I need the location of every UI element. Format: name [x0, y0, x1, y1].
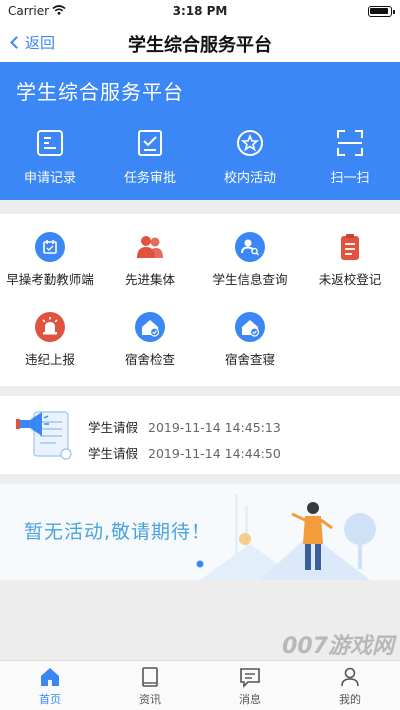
task-approval-button[interactable]: 任务审批 [100, 128, 200, 186]
profile-icon [341, 667, 359, 687]
grid-item-dorm-check[interactable]: 宿舍查寝 [200, 312, 300, 368]
calendar-icon [35, 232, 65, 262]
top-item-label: 申请记录 [23, 171, 76, 186]
tab-messages[interactable]: 消息 [200, 661, 300, 710]
notice-type: 学生请假 [88, 446, 139, 461]
grid-item-dorm-inspection[interactable]: 宿舍检查 [100, 312, 200, 368]
tab-news[interactable]: 资讯 [100, 661, 200, 710]
top-item-label: 任务审批 [123, 171, 176, 186]
alarm-icon [35, 312, 65, 342]
notice-item[interactable]: 学生请假 2019-11-14 14:45:13 [88, 417, 281, 436]
banner-title: 学生综合服务平台 [16, 80, 184, 104]
grid-item-student-info-query[interactable]: 学生信息查询 [200, 232, 300, 288]
function-grid: 早操考勤教师端 先进集体 学生信息查询 未返校登记 违纪上报 宿舍检查 宿舍查寝 [0, 214, 400, 386]
tab-label: 资讯 [139, 693, 161, 706]
house-check-icon [235, 312, 265, 342]
grid-item-not-returned-registration[interactable]: 未返校登记 [300, 232, 400, 288]
tab-home[interactable]: 首页 [0, 661, 100, 710]
home-icon [41, 668, 59, 686]
tab-label: 首页 [39, 693, 61, 706]
grid-item-label: 未返校登记 [318, 272, 382, 287]
tab-profile[interactable]: 我的 [300, 661, 400, 710]
notice-panel: 学生请假 2019-11-14 14:45:13 学生请假 2019-11-14 1… [0, 396, 400, 474]
grid-item-label: 宿舍检查 [124, 352, 175, 367]
apply-records-button[interactable]: 申请记录 [0, 128, 100, 186]
document-list-icon [37, 130, 63, 156]
grid-item-morning-attendance[interactable]: 早操考勤教师端 [0, 232, 100, 288]
checklist-icon [138, 130, 162, 156]
grid-item-label: 学生信息查询 [212, 272, 288, 287]
clipboard-icon [335, 232, 365, 262]
top-item-label: 扫一扫 [330, 171, 370, 186]
grid-item-label: 先进集体 [124, 272, 175, 287]
grid-item-advanced-group[interactable]: 先进集体 [100, 232, 200, 288]
page-title: 学生综合服务平台 [128, 35, 272, 56]
watermark-logo: 007游戏网 [282, 634, 394, 659]
user-search-icon [235, 232, 265, 262]
tab-label: 我的 [339, 693, 361, 706]
empty-activity-text: 暂无活动,敬请期待！ [24, 521, 212, 543]
grid-item-discipline-report[interactable]: 违纪上报 [0, 312, 100, 368]
grid-item-label: 宿舍查寝 [224, 352, 275, 367]
top-item-label: 校内活动 [223, 171, 276, 186]
grid-item-label: 早操考勤教师端 [6, 272, 94, 287]
star-badge-icon [237, 130, 263, 156]
activity-panel: 暂无活动,敬请期待！ [0, 484, 400, 580]
group-icon [135, 232, 165, 262]
banner: 学生综合服务平台 申请记录 任务审批 校内活动 扫一扫 [0, 62, 400, 200]
tab-bar: 首页 资讯 消息 我的 [0, 660, 400, 710]
notice-item[interactable]: 学生请假 2019-11-14 14:44:50 [88, 443, 281, 462]
message-icon [240, 668, 260, 688]
megaphone-illustration [16, 411, 72, 460]
notice-timestamp: 2019-11-14 14:44:50 [148, 446, 281, 461]
clock: 3:18 PM [172, 4, 228, 18]
nav-bar: 返回 学生综合服务平台 [0, 22, 400, 62]
grid-item-label: 违纪上报 [24, 352, 75, 367]
notice-type: 学生请假 [88, 420, 139, 435]
status-bar: Carrier 3:18 PM [0, 0, 400, 22]
scan-icon [337, 130, 363, 156]
tab-label: 消息 [239, 693, 261, 706]
house-check-icon [135, 312, 165, 342]
notice-timestamp: 2019-11-14 14:45:13 [148, 420, 281, 435]
news-icon [142, 667, 158, 687]
campus-activity-button[interactable]: 校内活动 [200, 128, 300, 186]
scan-button[interactable]: 扫一扫 [300, 128, 400, 186]
battery-icon [368, 6, 395, 17]
